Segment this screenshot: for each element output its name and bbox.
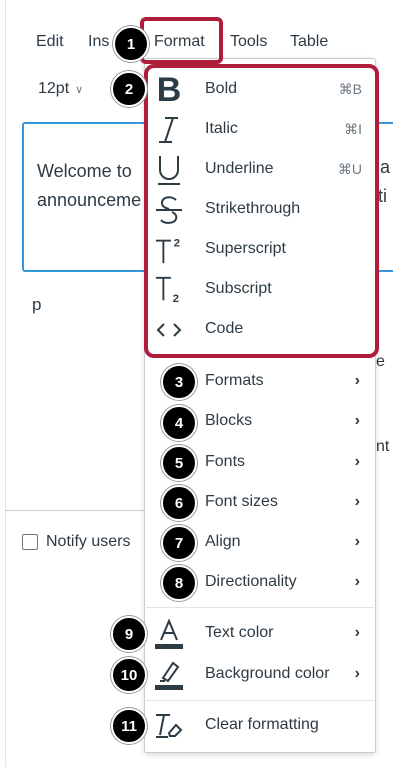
chevron-right-icon: › <box>354 372 360 389</box>
menu-separator <box>144 607 374 608</box>
format-menu-highlight <box>140 17 223 64</box>
chevron-down-icon: ∨ <box>75 84 84 96</box>
font-size-value: 12pt <box>38 80 70 97</box>
callout-badge: 1 <box>113 26 149 62</box>
chevron-right-icon: › <box>354 493 360 510</box>
chevron-right-icon: › <box>354 624 360 641</box>
menu-item-label: Blocks <box>205 412 253 429</box>
menu-insert[interactable]: Ins <box>88 33 109 51</box>
font-size-select[interactable]: 12pt ∨ <box>38 80 83 98</box>
callout-badge: 10 <box>111 657 147 693</box>
menu-item-clear-formatting[interactable]: Clear formatting <box>144 706 374 746</box>
chevron-right-icon: › <box>354 573 360 590</box>
menu-item-label: Directionality <box>205 573 297 590</box>
editor-text-fragment: ti <box>378 186 387 206</box>
divider <box>5 510 145 511</box>
menu-edit[interactable]: Edit <box>36 33 64 51</box>
callout-badge: 5 <box>161 445 197 481</box>
menu-tools[interactable]: Tools <box>230 33 267 51</box>
background-text-fragment: nt <box>376 438 390 455</box>
callout-badge: 8 <box>161 565 197 601</box>
callout-badge: 9 <box>111 616 147 652</box>
editor-text-fragment: a <box>380 157 391 177</box>
menu-item-text-color[interactable]: Text color › <box>144 614 374 654</box>
callout-badge: 11 <box>111 708 147 744</box>
format-items-highlight <box>144 64 379 358</box>
menu-item-label: Background color <box>205 665 330 682</box>
menu-separator <box>144 700 374 701</box>
paragraph-tag: p <box>32 295 42 314</box>
menu-item-label: Font sizes <box>205 493 278 510</box>
menu-item-label: Align <box>205 533 241 550</box>
callout-badge: 6 <box>161 485 197 521</box>
callout-badge: 4 <box>161 405 197 441</box>
background-color-icon <box>154 658 184 692</box>
menu-item-label: Fonts <box>205 453 246 470</box>
menu-item-label: Clear formatting <box>205 716 319 733</box>
editor-line: announceme <box>37 190 142 210</box>
menu-item-label: Text color <box>205 624 274 641</box>
callout-badge: 7 <box>161 525 197 561</box>
clear-formatting-icon <box>154 709 184 743</box>
background-text-fragment: e <box>376 353 385 370</box>
menu-table[interactable]: Table <box>290 33 328 51</box>
menu-item-background-color[interactable]: Background color › <box>144 655 374 695</box>
chevron-right-icon: › <box>354 533 360 550</box>
checkbox-icon[interactable] <box>22 534 38 550</box>
frame-border <box>5 0 6 767</box>
text-color-icon <box>154 617 184 651</box>
editor-text: Welcome to announceme <box>37 157 157 215</box>
chevron-right-icon: › <box>354 412 360 429</box>
notify-users-checkbox[interactable]: Notify users <box>22 533 130 551</box>
notify-users-label: Notify users <box>46 533 131 550</box>
editor-line: Welcome to <box>37 161 132 181</box>
chevron-right-icon: › <box>354 453 360 470</box>
menu-item-label: Formats <box>205 372 264 389</box>
callout-badge: 2 <box>111 71 147 107</box>
chevron-right-icon: › <box>354 665 360 682</box>
callout-badge: 3 <box>161 364 197 400</box>
